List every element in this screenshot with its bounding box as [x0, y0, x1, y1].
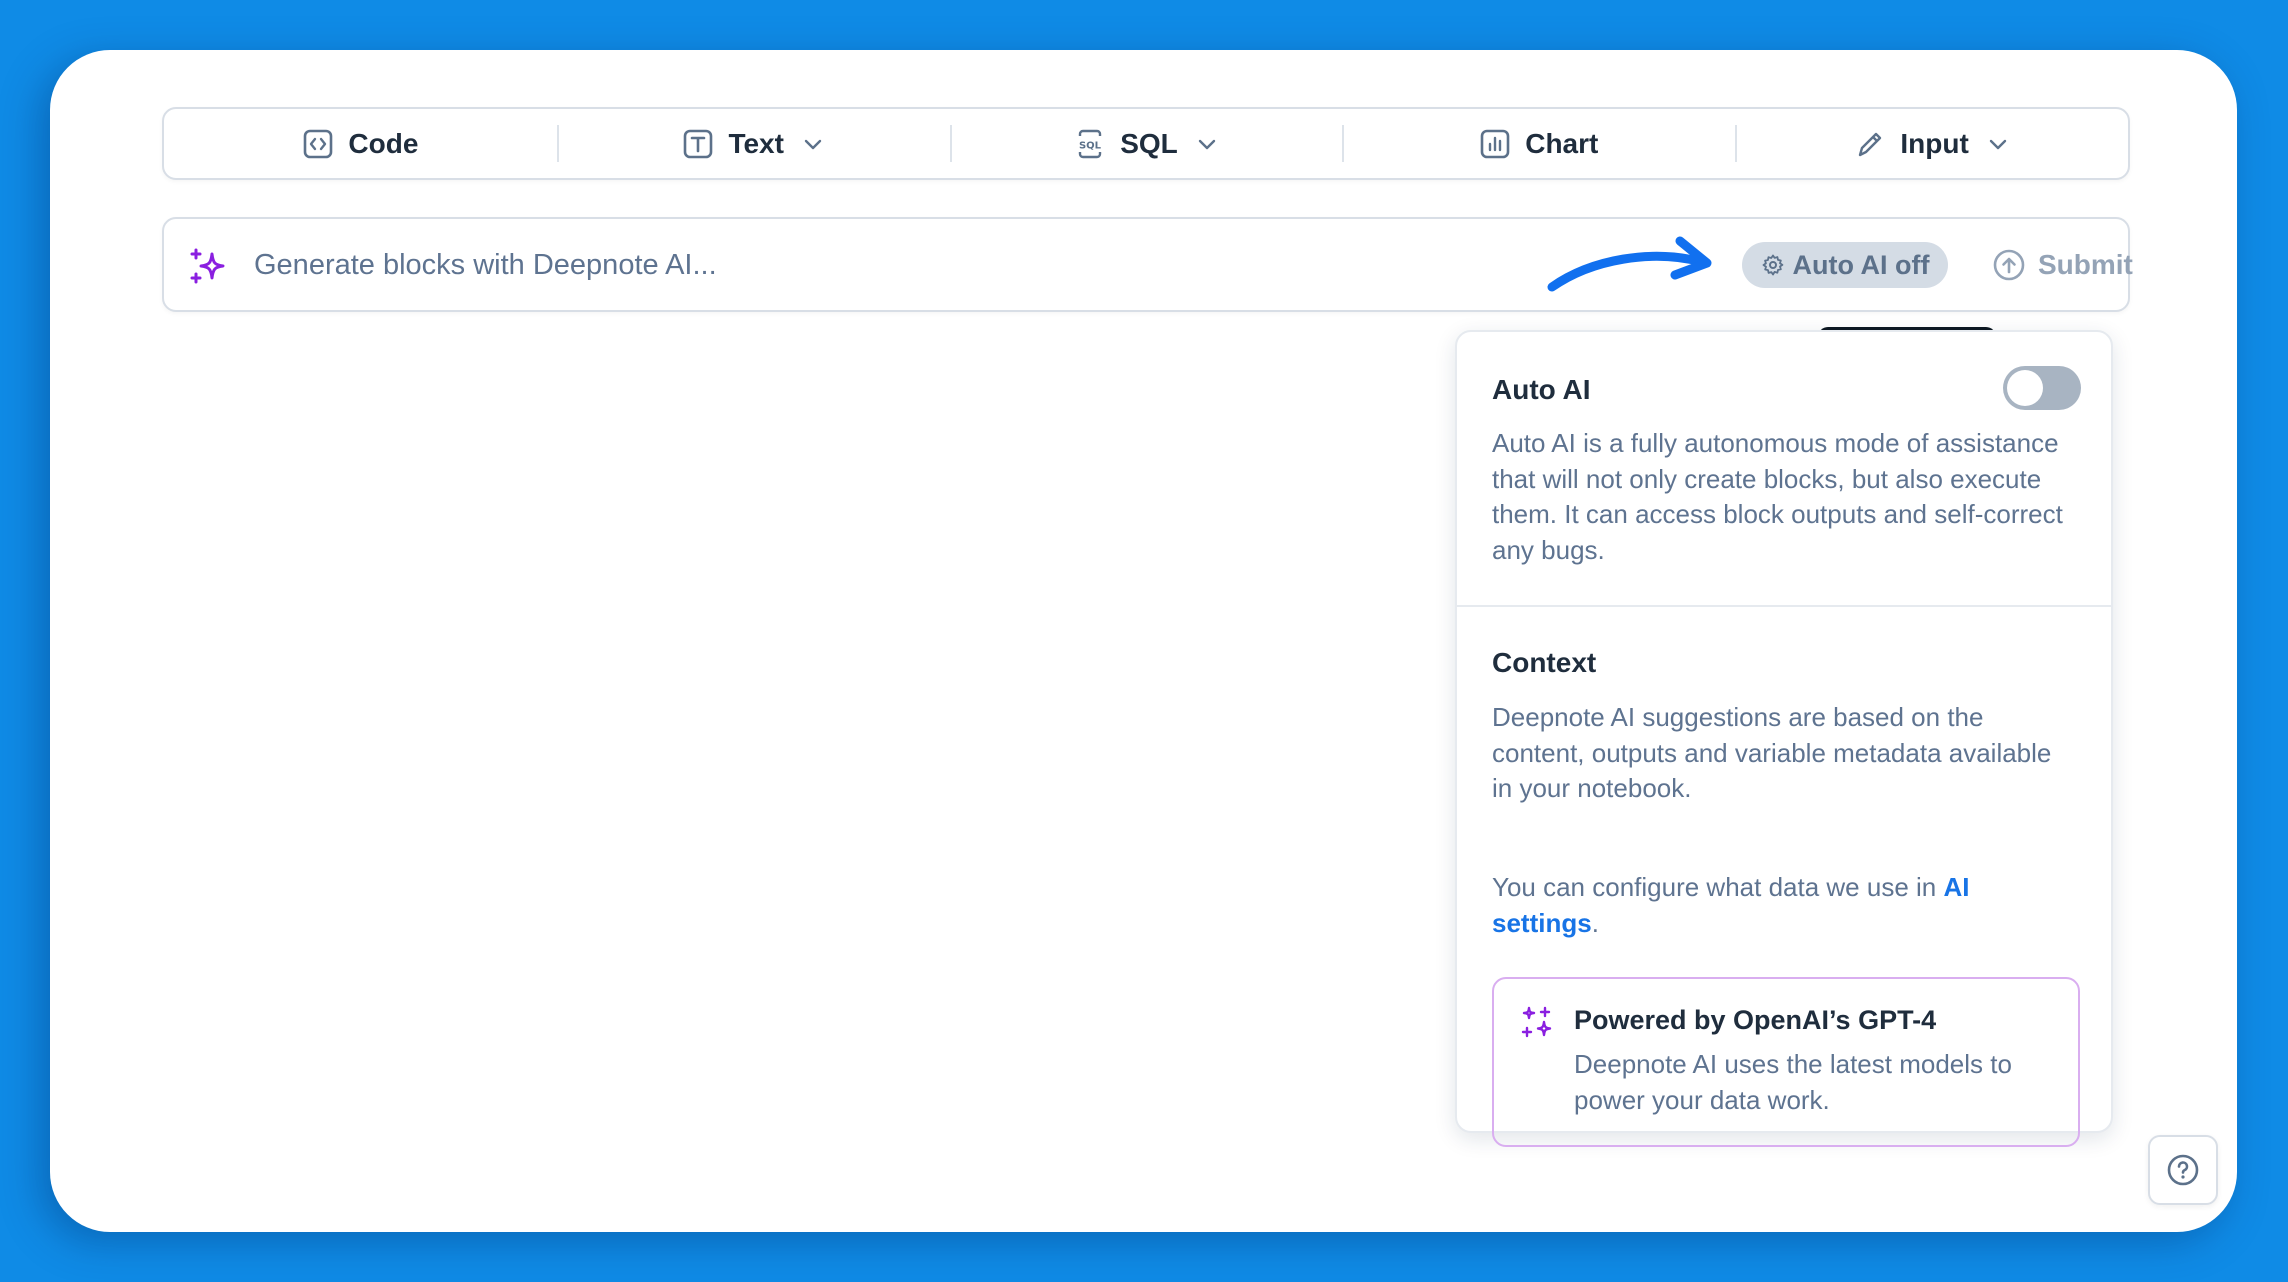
chevron-down-icon[interactable] [802, 133, 824, 155]
submit-label: Submit [2038, 249, 2133, 280]
input-label: Input [1900, 127, 1969, 159]
powered-by-box: Powered by OpenAI’s GPT-4 Deepnote AI us… [1492, 977, 2080, 1147]
chart-icon [1479, 128, 1511, 160]
gear-icon [1761, 253, 1785, 277]
powered-by-description: Deepnote AI uses the latest models to po… [1574, 1049, 2012, 1115]
add-text-block-button[interactable]: Text [556, 109, 950, 178]
ai-settings-popup: Auto AI Auto AI is a fully autonomous mo… [1455, 330, 2113, 1147]
help-button[interactable] [2148, 1135, 2218, 1205]
auto-ai-label: Auto AI off [1792, 249, 1930, 280]
main-card: Code Text SQL SQL Chart Input Generate b… [50, 50, 2237, 1232]
auto-ai-button[interactable]: Auto AI off [1742, 242, 1948, 288]
ai-prompt-bar: Auto AI off AI settings Submit [162, 217, 2133, 403]
add-input-block-button[interactable]: Input [1735, 109, 2128, 178]
submit-button[interactable]: Submit [1992, 242, 2162, 288]
svg-text:SQL: SQL [1079, 140, 1102, 151]
auto-ai-description: Auto AI is a fully autonomous mode of as… [1492, 428, 2063, 565]
auto-ai-toggle[interactable] [2003, 366, 2081, 410]
code-label: Code [348, 127, 419, 159]
add-chart-block-button[interactable]: Chart [1342, 109, 1735, 178]
configure-prefix: You can configure what data we use in [1492, 872, 1944, 902]
text-icon [682, 128, 714, 160]
sparkles-icon [1520, 1005, 1556, 1041]
powered-by-title: Powered by OpenAI’s GPT-4 [1574, 1005, 1937, 1035]
code-icon [302, 128, 334, 160]
chevron-down-icon[interactable] [1987, 133, 2009, 155]
pencil-icon [1854, 128, 1886, 160]
sql-icon: SQL [1074, 128, 1106, 160]
context-description: Deepnote AI suggestions are based on the… [1492, 702, 2052, 803]
arrow-up-circle-icon [1992, 248, 2026, 282]
chart-label: Chart [1525, 127, 1599, 159]
sql-label: SQL [1120, 127, 1178, 159]
context-configure-text: You can configure what data we use in AI… [1492, 870, 2052, 941]
toggle-knob [2007, 370, 2043, 406]
block-toolbar: Code Text SQL SQL Chart Input [162, 107, 2130, 180]
auto-ai-title: Auto AI [1492, 374, 1591, 405]
configure-suffix: . [1591, 907, 1599, 938]
context-title: Context [1492, 647, 1597, 678]
question-circle-icon [2166, 1153, 2200, 1187]
ai-prompt-input[interactable] [254, 237, 1504, 293]
auto-ai-section: Auto AI Auto AI is a fully autonomous mo… [1457, 332, 2111, 607]
add-code-block-button[interactable]: Code [164, 109, 557, 178]
chevron-down-icon[interactable] [1196, 133, 1218, 155]
sparkle-icon [190, 247, 228, 285]
add-sql-block-button[interactable]: SQL SQL [949, 109, 1343, 178]
annotation-arrow-icon [1547, 236, 1712, 292]
text-label: Text [728, 127, 784, 159]
